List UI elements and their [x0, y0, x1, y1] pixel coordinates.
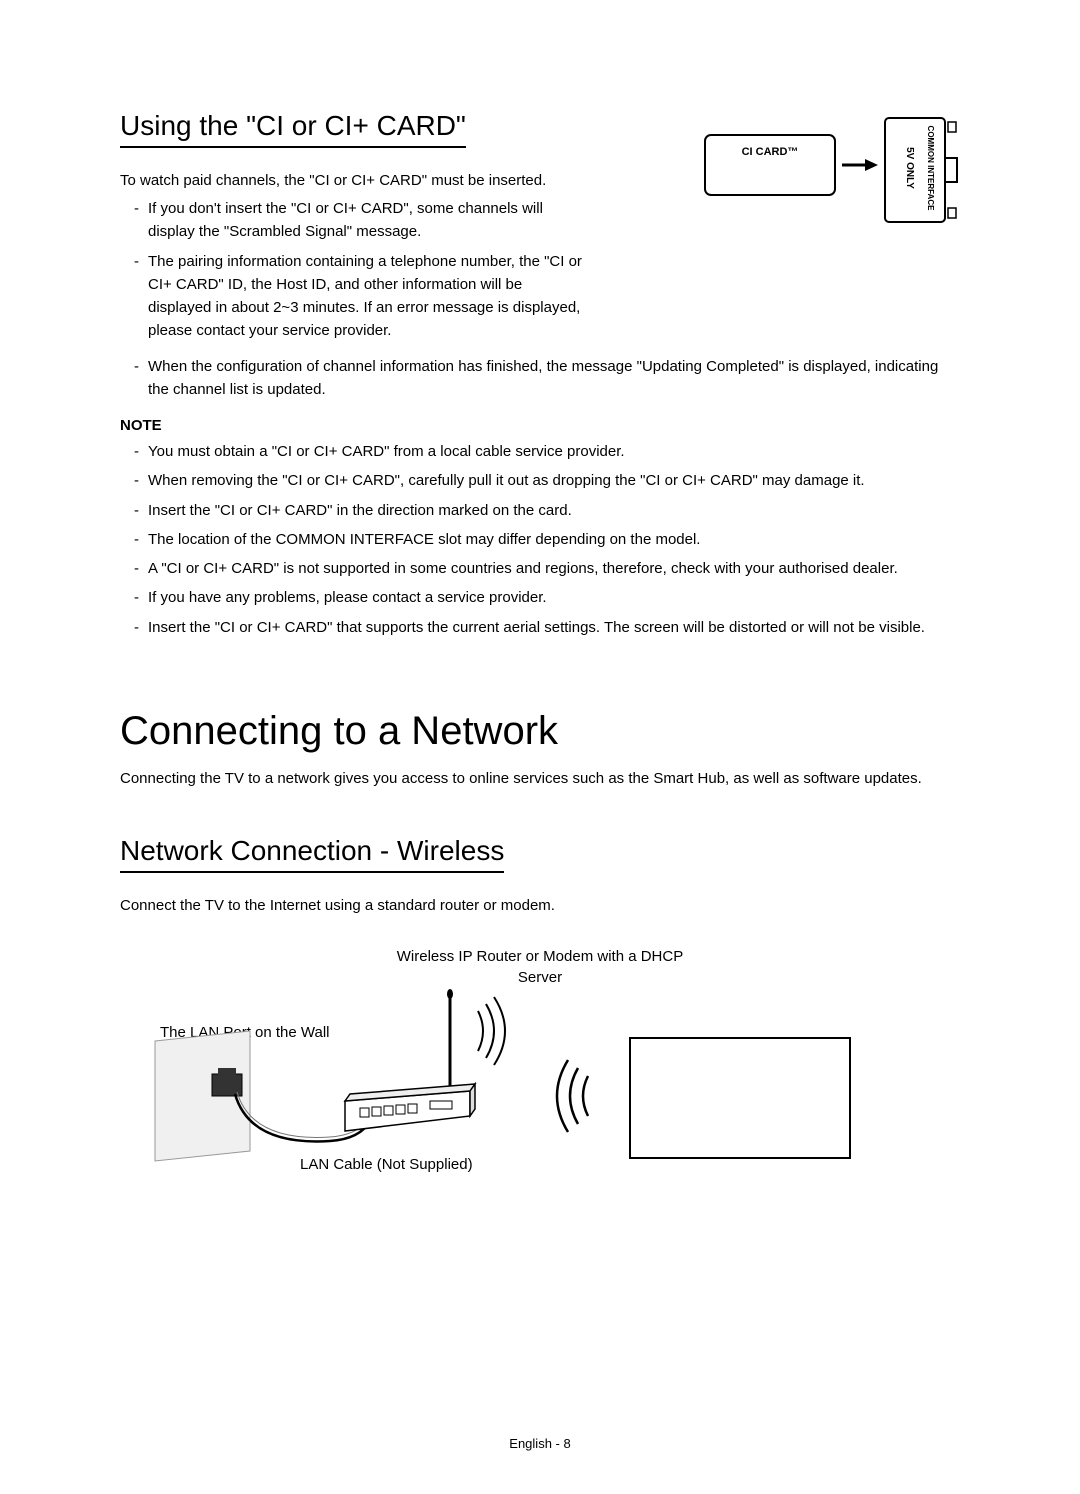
ci-slot-common: COMMON INTERFACE: [926, 126, 935, 212]
page-footer: English - 8: [120, 1436, 960, 1451]
ci-card-bullet: When the configuration of channel inform…: [134, 355, 960, 402]
network-intro: Connecting the TV to a network gives you…: [120, 768, 960, 789]
ci-card-bullet: The pairing information containing a tel…: [134, 250, 588, 343]
ci-card-heading: Using the "CI or CI+ CARD": [120, 110, 466, 148]
wireless-heading: Network Connection - Wireless: [120, 835, 504, 873]
network-heading: Connecting to a Network: [120, 709, 960, 754]
wireless-diagram: Wireless IP Router or Modem with a DHCP …: [120, 946, 960, 1176]
note-bullet: You must obtain a "CI or CI+ CARD" from …: [134, 440, 960, 463]
ci-card-bullet: If you don't insert the "CI or CI+ CARD"…: [134, 197, 588, 244]
wireless-intro: Connect the TV to the Internet using a s…: [120, 895, 960, 916]
note-bullet: Insert the "CI or CI+ CARD" in the direc…: [134, 499, 960, 522]
ci-card-diagram: CI CARD™ 5V ONLY COMMON INTERFACE: [700, 110, 960, 235]
note-bullet: If you have any problems, please contact…: [134, 586, 960, 609]
ci-slot-5v: 5V ONLY: [904, 147, 915, 189]
ci-card-intro: To watch paid channels, the "CI or CI+ C…: [120, 170, 680, 191]
note-bullets: You must obtain a "CI or CI+ CARD" from …: [120, 440, 960, 639]
ci-card-label: CI CARD™: [742, 146, 799, 158]
wifi-waves-left-icon: [557, 1060, 588, 1132]
note-bullet: A "CI or CI+ CARD" is not supported in s…: [134, 557, 960, 580]
wifi-waves-right-icon: [478, 997, 505, 1065]
note-bullet: The location of the COMMON INTERFACE slo…: [134, 528, 960, 551]
ci-card-bullets-wide: When the configuration of channel inform…: [120, 355, 960, 402]
note-bullet: Insert the "CI or CI+ CARD" that support…: [134, 616, 960, 639]
tv-icon: [630, 1038, 850, 1158]
ci-card-bullets: If you don't insert the "CI or CI+ CARD"…: [120, 197, 680, 343]
note-label: NOTE: [120, 417, 960, 434]
router-icon: [345, 989, 475, 1131]
note-bullet: When removing the "CI or CI+ CARD", care…: [134, 469, 960, 492]
